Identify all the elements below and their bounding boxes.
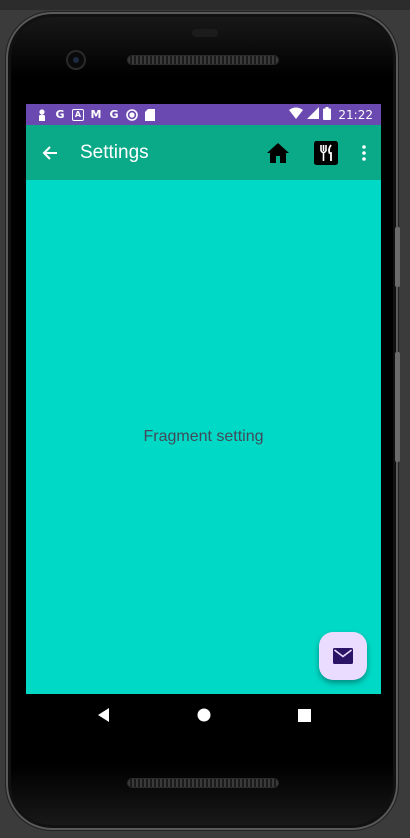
- power-button[interactable]: [395, 352, 400, 462]
- overflow-menu-button[interactable]: [349, 125, 379, 180]
- back-button[interactable]: [28, 125, 72, 180]
- circle-icon: [126, 108, 138, 121]
- restaurant-button[interactable]: [309, 125, 343, 180]
- clock: 21:22: [338, 107, 373, 122]
- front-camera: [68, 52, 84, 68]
- circle-home-icon: [197, 708, 211, 722]
- google-icon: G: [109, 108, 119, 121]
- nav-recents-button[interactable]: [284, 694, 324, 736]
- sd-card-icon: [144, 108, 156, 121]
- restaurant-icon: [314, 140, 338, 165]
- google-icon: G: [55, 108, 65, 121]
- person-icon: [36, 108, 48, 121]
- fragment-label: Fragment setting: [143, 428, 264, 445]
- email-fab[interactable]: [319, 632, 367, 680]
- status-bar: G A M G 21:22: [26, 104, 381, 125]
- bottom-speaker: [128, 779, 278, 787]
- device-screen: G A M G 21:22 Settings Fragment setting: [26, 104, 381, 736]
- triangle-back-icon: [98, 708, 109, 722]
- a-icon: A: [72, 108, 84, 121]
- fragment-content: Fragment setting: [26, 180, 381, 694]
- signal-icon: [307, 107, 320, 122]
- system-icons: 21:22: [289, 106, 381, 123]
- earpiece: [192, 29, 218, 37]
- nav-back-button[interactable]: [84, 694, 124, 736]
- toolbar-actions: [261, 125, 381, 180]
- top-speaker: [128, 56, 278, 64]
- overflow-menu-icon: [362, 144, 366, 161]
- battery-icon: [323, 106, 332, 123]
- gmail-icon: M: [90, 108, 102, 121]
- nav-home-button[interactable]: [184, 694, 224, 736]
- page-title: Settings: [80, 141, 149, 163]
- back-arrow-icon: [42, 145, 57, 160]
- square-recents-icon: [297, 708, 311, 722]
- home-icon: [267, 142, 289, 163]
- background-strip: [0, 0, 410, 10]
- volume-button[interactable]: [395, 227, 400, 287]
- navigation-bar: [26, 694, 381, 736]
- wifi-icon: [289, 107, 304, 122]
- a-icon-label: A: [74, 110, 82, 119]
- app-bar: Settings: [26, 125, 381, 180]
- home-button[interactable]: [261, 125, 295, 180]
- mail-icon: [333, 648, 353, 664]
- notification-icons: G A M G: [26, 108, 156, 121]
